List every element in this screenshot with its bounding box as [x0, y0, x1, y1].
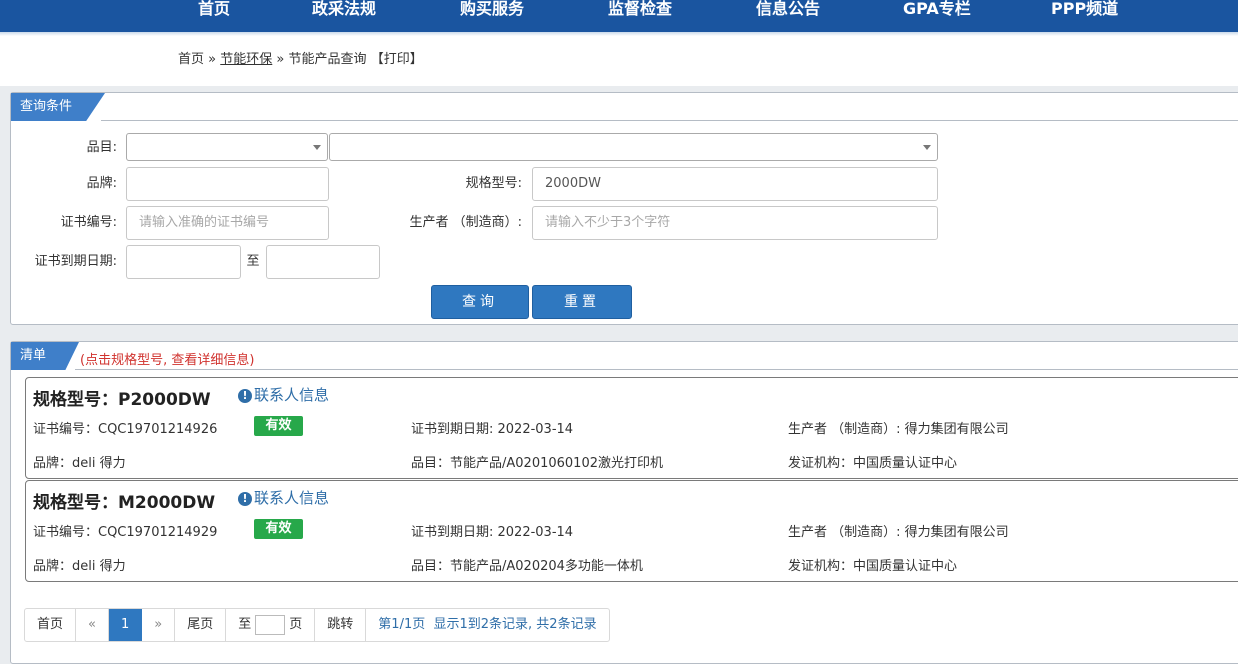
expiry-start-input[interactable] [126, 245, 241, 279]
brand-label: 品牌: [86, 176, 117, 191]
item-issuer: 发证机构：中国质量认证中心 [788, 559, 958, 574]
contact-info-label: 联系人信息 [254, 489, 330, 507]
goto-suffix: 页 [289, 617, 303, 632]
item-cert-number: 证书编号：CQC19701214926 [33, 422, 218, 437]
goto-prefix: 至 [238, 617, 252, 632]
item-model-link[interactable]: 规格型号：M2000DW [33, 488, 215, 513]
page-info-current: 第1/1页 [378, 617, 426, 632]
contact-info-link[interactable]: ! 联系人信息 [238, 487, 329, 508]
list-hint: (点击规格型号, 查看详细信息) [80, 353, 255, 368]
item-brand: 品牌：deli 得力 [33, 456, 126, 471]
item-expiry: 证书到期日期: 2022-03-14 [411, 422, 574, 437]
record-info: 显示1到2条记录, 共2条记录 [433, 617, 597, 632]
item-expiry: 证书到期日期: 2022-03-14 [411, 525, 574, 540]
item-model-link[interactable]: 规格型号：P2000DW [33, 385, 211, 410]
print-link[interactable]: 【打印】 [371, 52, 423, 67]
nav-supervision[interactable]: 监督检查 [608, 0, 672, 20]
top-nav: 首页 政采法规 购买服务 监督检查 信息公告 GPA专栏 PPP频道 [0, 0, 1238, 32]
list-item: 规格型号：P2000DW ! 联系人信息 证书编号：CQC19701214926 … [25, 377, 1238, 479]
chevron-down-icon [313, 145, 321, 150]
item-maker: 生产者 （制造商）: 得力集团有限公司 [788, 525, 1009, 540]
maker-label: 生产者 （制造商）: [409, 215, 522, 230]
reset-button[interactable]: 重置 [532, 285, 632, 319]
nav-gpa[interactable]: GPA专栏 [903, 0, 971, 20]
item-issuer: 发证机构：中国质量认证中心 [788, 456, 958, 471]
search-button[interactable]: 查询 [431, 285, 529, 319]
breadcrumb-separator: » [208, 52, 217, 67]
item-category: 品目：节能产品/A0201060102激光打印机 [411, 456, 663, 471]
item-maker: 生产者 （制造商）: 得力集团有限公司 [788, 422, 1009, 437]
info-icon: ! [238, 389, 252, 403]
nav-services[interactable]: 购买服务 [460, 0, 524, 20]
model-input[interactable]: 2000DW [532, 167, 938, 201]
category-select-secondary[interactable] [329, 133, 938, 161]
page-last-button[interactable]: 尾页 [175, 609, 227, 641]
page-number-current[interactable]: 1 [108, 609, 143, 641]
item-category: 品目：节能产品/A020204多功能一体机 [411, 559, 643, 574]
cert-label: 证书编号: [60, 215, 117, 230]
breadcrumb-current: 节能产品查询 [288, 52, 367, 67]
page-prev-button[interactable]: « [76, 609, 109, 641]
contact-info-label: 联系人信息 [254, 386, 330, 404]
pagination: 首页 « 1 » 尾页 至页 跳转 第1/1页 显示1到2条记录, 共2条记录 [24, 608, 610, 642]
list-item: 规格型号：M2000DW ! 联系人信息 证书编号：CQC19701214929 … [25, 480, 1238, 582]
page-goto-input[interactable] [255, 614, 286, 635]
info-icon: ! [238, 492, 252, 506]
page-jump-button[interactable]: 跳转 [315, 609, 367, 641]
list-panel-title: 清单 [11, 342, 79, 370]
status-badge: 有效 [254, 519, 303, 539]
maker-input[interactable]: 请输入不少于3个字符 [532, 206, 938, 240]
chevron-down-icon [923, 145, 931, 150]
cert-input[interactable]: 请输入准确的证书编号 [126, 206, 329, 240]
breadcrumb: 首页 » 节能环保 » 节能产品查询 【打印】 [178, 51, 423, 69]
breadcrumb-separator: » [276, 52, 285, 67]
nav-ppp[interactable]: PPP频道 [1051, 0, 1118, 20]
page-first-button[interactable]: 首页 [25, 609, 77, 641]
query-panel-title: 查询条件 [11, 93, 105, 121]
query-panel: 查询条件 品目: 品牌: 规格型号: 2000DW 证书编号: 请输入准确的证书… [10, 92, 1238, 325]
breadcrumb-section[interactable]: 节能环保 [220, 52, 272, 67]
page-goto-group: 至页 [226, 609, 316, 641]
expiry-end-input[interactable] [266, 245, 380, 279]
item-brand: 品牌：deli 得力 [33, 559, 126, 574]
to-label: 至 [246, 254, 260, 269]
page-info: 第1/1页 显示1到2条记录, 共2条记录 [366, 609, 608, 641]
page-next-button[interactable]: » [142, 609, 176, 641]
nav-policy[interactable]: 政采法规 [312, 0, 376, 20]
status-badge: 有效 [254, 416, 303, 436]
contact-info-link[interactable]: ! 联系人信息 [238, 384, 329, 405]
panel-divider [75, 369, 1238, 370]
brand-input[interactable] [126, 167, 329, 201]
nav-home[interactable]: 首页 [198, 0, 230, 20]
panel-divider [101, 120, 1238, 121]
category-select-primary[interactable] [126, 133, 328, 161]
nav-shadow [0, 32, 1238, 36]
nav-announcements[interactable]: 信息公告 [756, 0, 820, 20]
expiry-label: 证书到期日期: [34, 254, 117, 269]
model-label: 规格型号: [465, 176, 522, 191]
item-cert-number: 证书编号：CQC19701214929 [33, 525, 218, 540]
category-label: 品目: [86, 140, 117, 155]
breadcrumb-home[interactable]: 首页 [178, 52, 204, 67]
